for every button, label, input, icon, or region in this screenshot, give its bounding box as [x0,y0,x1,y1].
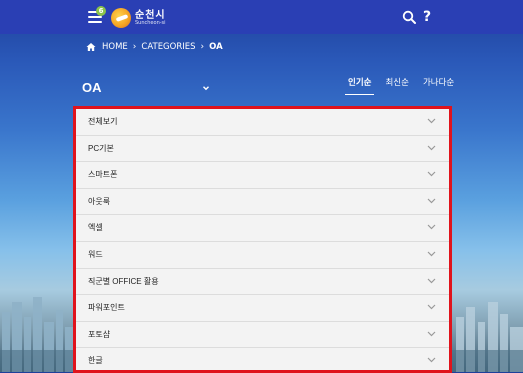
chevron-down-icon [427,171,436,177]
breadcrumb-separator: › [132,42,137,52]
category-list: 전체보기 PC기본 스마트폰 아웃룩 엑셀 워드 직군별 OFFICE 활용 파… [73,106,452,373]
category-item-hangul[interactable]: 한글 [76,348,449,370]
chevron-down-icon [427,331,436,337]
page-title: OA [82,80,102,95]
category-label: 포토샵 [88,329,111,339]
logo-text-en: Suncheon-si [135,19,166,26]
category-item-outlook[interactable]: 아웃룩 [76,188,449,216]
breadcrumb-separator: › [200,42,205,52]
sort-tabs: 인기순 최신순 가나다순 [345,76,465,95]
category-label: 스마트폰 [88,170,118,180]
chevron-down-icon [427,224,436,230]
category-item-pc-basic[interactable]: PC기본 [76,135,449,163]
chevron-down-icon [427,251,436,257]
category-label: 한글 [88,356,103,366]
chevron-down-icon [427,198,436,204]
chevron-down-icon [427,304,436,310]
category-item-powerpoint[interactable]: 파워포인트 [76,295,449,322]
breadcrumb-current: OA [209,42,223,52]
category-item-all[interactable]: 전체보기 [76,109,449,136]
chevron-down-icon [427,357,436,363]
category-label: 직군별 OFFICE 활용 [88,276,159,286]
breadcrumb-categories[interactable]: CATEGORIES [141,42,195,52]
breadcrumb: HOME › CATEGORIES › OA [86,41,223,53]
search-icon[interactable] [402,10,416,24]
category-item-excel[interactable]: 엑셀 [76,215,449,242]
tab-popular[interactable]: 인기순 [345,76,375,95]
category-label: 엑셀 [88,223,103,233]
category-label: 워드 [88,249,103,259]
category-item-smartphone[interactable]: 스마트폰 [76,162,449,189]
chevron-down-icon [427,278,436,283]
category-item-word[interactable]: 워드 [76,241,449,269]
tab-alphabetical[interactable]: 가나다순 [420,76,457,95]
category-label: 전체보기 [88,117,118,126]
category-label: PC기본 [88,143,114,153]
chevron-down-icon[interactable] [202,84,210,92]
top-bar: 6 순천시 Suncheon-si ? [0,0,523,34]
logo-icon [111,8,131,28]
logo-text-ko: 순천시 [135,9,166,21]
tab-latest[interactable]: 최신순 [382,76,411,95]
suncheon-logo[interactable]: 순천시 Suncheon-si [111,7,166,29]
chevron-down-icon [427,145,436,150]
help-icon[interactable]: ? [423,9,435,25]
category-label: 파워포인트 [88,303,125,313]
category-item-photoshop[interactable]: 포토샵 [76,321,449,349]
category-item-office-by-job[interactable]: 직군별 OFFICE 활용 [76,268,449,296]
home-icon[interactable] [86,42,96,52]
category-label: 아웃룩 [88,196,111,206]
menu-badge: 6 [96,6,106,16]
breadcrumb-home[interactable]: HOME [102,42,128,52]
chevron-down-icon [427,118,436,124]
